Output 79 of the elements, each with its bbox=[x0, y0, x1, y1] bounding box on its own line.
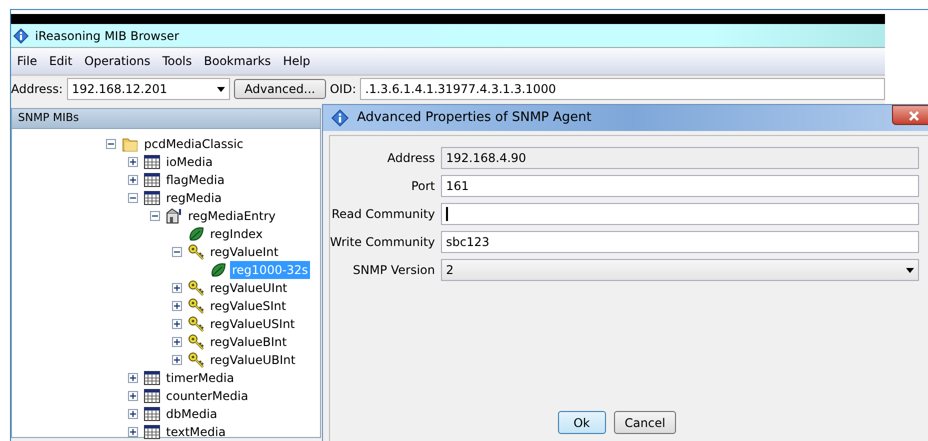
key-icon bbox=[188, 244, 204, 260]
collapse-toggle[interactable] bbox=[172, 247, 182, 257]
table-icon bbox=[144, 388, 160, 404]
dialog-title: Advanced Properties of SNMP Agent bbox=[357, 109, 592, 128]
field-label: SNMP Version bbox=[352, 262, 436, 279]
version-select[interactable]: 2 bbox=[441, 259, 919, 281]
window-title: iReasoning MIB Browser bbox=[35, 28, 180, 44]
field-label: Read Community bbox=[330, 206, 436, 223]
info-icon bbox=[13, 28, 29, 44]
tree-node[interactable]: ioMedia bbox=[164, 153, 215, 171]
menu-item[interactable]: File bbox=[11, 52, 44, 70]
key-icon bbox=[188, 280, 204, 296]
collapse-toggle[interactable] bbox=[106, 139, 116, 149]
tree-node[interactable]: dbMedia bbox=[164, 405, 220, 423]
menu-item[interactable]: Operations bbox=[78, 52, 156, 70]
expand-toggle[interactable] bbox=[172, 301, 182, 311]
tree-node[interactable]: regValueInt bbox=[208, 243, 280, 261]
expand-toggle[interactable] bbox=[172, 319, 182, 329]
tree-node[interactable]: flagMedia bbox=[164, 171, 227, 189]
address-label: Address: bbox=[11, 81, 63, 98]
table-icon bbox=[144, 172, 160, 188]
tree-node[interactable]: timerMedia bbox=[164, 369, 236, 387]
address-combo[interactable]: 192.168.12.201 bbox=[66, 78, 230, 100]
key-icon bbox=[188, 334, 204, 350]
menu-item[interactable]: Bookmarks bbox=[198, 52, 277, 70]
expand-toggle[interactable] bbox=[128, 175, 138, 185]
collapse-toggle[interactable] bbox=[150, 211, 160, 221]
advanced-button[interactable]: Advanced... bbox=[234, 79, 326, 99]
expand-toggle[interactable] bbox=[128, 391, 138, 401]
expand-toggle[interactable] bbox=[172, 355, 182, 365]
tree-node[interactable]: regIndex bbox=[208, 225, 265, 243]
field-label: Write Community bbox=[330, 234, 436, 251]
expand-toggle[interactable] bbox=[128, 409, 138, 419]
close-icon bbox=[909, 110, 919, 121]
entry-icon bbox=[166, 208, 182, 224]
folder-icon bbox=[122, 136, 138, 152]
table-icon bbox=[144, 406, 160, 422]
key-icon bbox=[188, 352, 204, 368]
dialog-button[interactable]: Ok bbox=[558, 411, 606, 434]
oid-field[interactable]: .1.3.6.1.4.1.31977.4.3.1.3.1000 bbox=[360, 78, 885, 100]
input-field[interactable] bbox=[441, 203, 919, 225]
input-field: 192.168.4.90 bbox=[441, 147, 919, 169]
tree-node[interactable]: textMedia bbox=[164, 423, 228, 441]
tree-node[interactable]: regValueUBInt bbox=[208, 351, 298, 369]
leaf-icon bbox=[210, 262, 226, 278]
menu-item[interactable]: Tools bbox=[156, 52, 198, 70]
input-field[interactable]: sbc123 bbox=[441, 231, 919, 253]
menu-item[interactable]: Edit bbox=[43, 52, 78, 70]
menu-item[interactable]: Help bbox=[276, 52, 316, 70]
close-button[interactable] bbox=[892, 105, 928, 125]
field-label: Address bbox=[386, 150, 436, 167]
dropdown-icon bbox=[906, 268, 914, 272]
tree-node[interactable]: regMedia bbox=[164, 189, 224, 207]
leaf-icon bbox=[188, 226, 204, 242]
table-icon bbox=[144, 154, 160, 170]
expand-toggle[interactable] bbox=[172, 283, 182, 293]
key-icon bbox=[188, 298, 204, 314]
tree-node[interactable]: regValueSInt bbox=[208, 297, 288, 315]
expand-toggle[interactable] bbox=[128, 157, 138, 167]
expand-toggle[interactable] bbox=[172, 337, 182, 347]
expand-toggle[interactable] bbox=[128, 373, 138, 383]
tree-node[interactable]: regValueUSInt bbox=[208, 315, 297, 333]
collapse-toggle[interactable] bbox=[128, 193, 138, 203]
dropdown-icon bbox=[216, 86, 225, 92]
tree-node[interactable]: regMediaEntry bbox=[186, 207, 278, 225]
key-icon bbox=[188, 316, 204, 332]
expand-toggle[interactable] bbox=[128, 427, 138, 437]
info-icon bbox=[331, 109, 349, 127]
input-field[interactable]: 161 bbox=[441, 175, 919, 197]
table-icon bbox=[144, 190, 160, 206]
oid-label: OID: bbox=[330, 81, 356, 98]
tree-node[interactable]: regValueUInt bbox=[208, 279, 290, 297]
tree-node[interactable]: regValueBInt bbox=[208, 333, 289, 351]
table-icon bbox=[144, 370, 160, 386]
panel-header: SNMP MIBs bbox=[12, 109, 320, 129]
dialog-button[interactable]: Cancel bbox=[614, 411, 676, 434]
tree-node[interactable]: counterMedia bbox=[164, 387, 250, 405]
tree-node[interactable]: pcdMediaClassic bbox=[142, 135, 246, 153]
field-label: Port bbox=[410, 178, 436, 195]
